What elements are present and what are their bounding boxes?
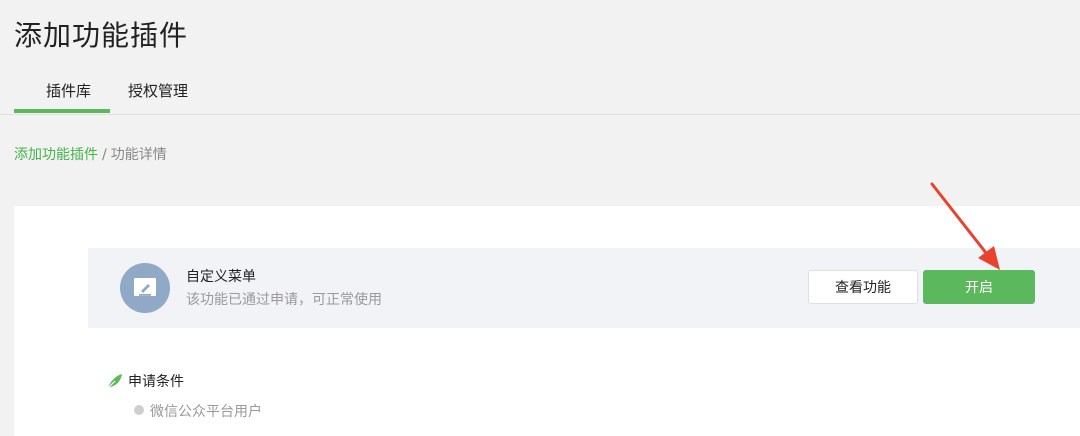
tab-bar: 插件库 授权管理 xyxy=(0,60,1080,115)
page-title: 添加功能插件 xyxy=(14,19,189,52)
conditions-heading: 申请条件 xyxy=(107,371,184,391)
breadcrumb: 添加功能插件 / 功能详情 xyxy=(14,144,167,164)
conditions-title: 申请条件 xyxy=(128,374,184,390)
edit-icon xyxy=(134,278,156,296)
leaf-icon xyxy=(107,374,122,389)
active-tab-indicator xyxy=(14,109,110,113)
breadcrumb-current: 功能详情 xyxy=(110,147,167,163)
breadcrumb-link-add-plugins[interactable]: 添加功能插件 xyxy=(14,147,98,163)
plugin-icon xyxy=(120,263,170,313)
tab-plugin-library[interactable]: 插件库 xyxy=(46,80,91,101)
condition-item-label: 微信公众平台用户 xyxy=(150,404,262,420)
tab-authorization-management[interactable]: 授权管理 xyxy=(128,80,188,101)
plugin-name: 自定义菜单 xyxy=(186,269,256,285)
breadcrumb-separator: / xyxy=(102,147,107,163)
view-feature-button[interactable]: 查看功能 xyxy=(808,270,918,304)
enable-button[interactable]: 开启 xyxy=(923,270,1035,304)
annotation-arrow-icon xyxy=(930,182,1000,270)
plugin-description: 该功能已通过申请，可正常使用 xyxy=(186,292,382,308)
condition-item: 微信公众平台用户 xyxy=(134,401,262,421)
bullet-dot-icon xyxy=(134,405,144,415)
